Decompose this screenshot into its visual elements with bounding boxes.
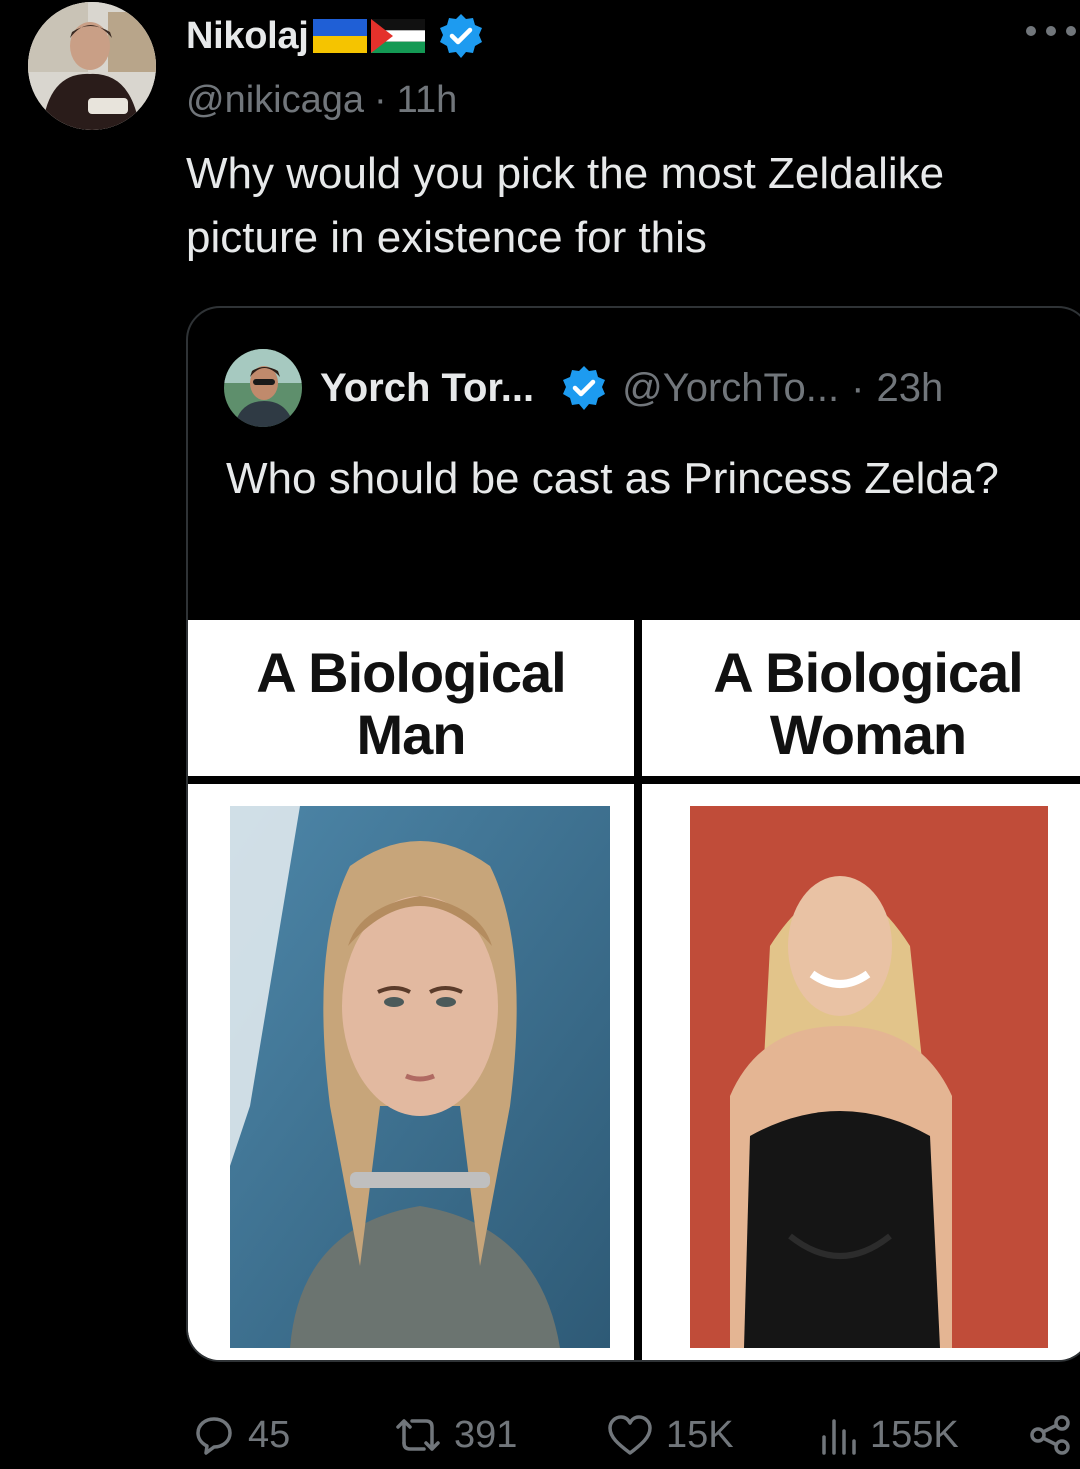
repost-button[interactable]: 391 — [394, 1410, 517, 1460]
tweet-text: Why would you pick the most Zeldalike pi… — [186, 149, 945, 262]
more-options-button[interactable] — [1026, 18, 1076, 44]
views-icon — [822, 1419, 856, 1455]
verified-badge-icon — [439, 14, 482, 58]
quote-author-handle[interactable]: @YorchTo... — [622, 366, 839, 411]
right-panel-label: A Biological Woman — [642, 642, 1080, 766]
action-bar: 45 391 15K 155K — [186, 1400, 1080, 1469]
author-handle[interactable]: @nikicaga — [186, 79, 364, 122]
quote-image[interactable]: A Biological Man A Biological Woman — [188, 620, 1080, 1360]
meta-separator: · — [851, 365, 865, 410]
meta-separator: · — [374, 78, 387, 121]
quote-time[interactable]: 23h — [876, 366, 943, 411]
dot-icon — [1026, 26, 1036, 36]
tweet[interactable]: Nikolaj @nikicaga · 11h Why would you pi… — [0, 0, 1080, 1469]
reply-button[interactable]: 45 — [192, 1410, 290, 1460]
tweet-header: Nikolaj — [186, 6, 485, 66]
quote-meta: @YorchTo... · 23h — [622, 366, 943, 411]
reply-icon — [196, 1417, 232, 1455]
like-count: 15K — [666, 1413, 734, 1456]
share-icon — [1030, 1415, 1070, 1455]
palestine-flag-icon — [370, 19, 425, 53]
left-label-line2: Man — [356, 703, 467, 766]
dot-icon — [1046, 26, 1056, 36]
quote-text: Who should be cast as Princess Zelda? — [226, 454, 999, 503]
tweet-time[interactable]: 11h — [397, 79, 458, 122]
left-panel-label: A Biological Man — [188, 642, 634, 766]
reply-count: 45 — [248, 1413, 291, 1456]
label-divider — [188, 776, 1080, 784]
right-label-line1: A Biological — [713, 641, 1024, 704]
author-display-name[interactable]: Nikolaj — [186, 15, 309, 58]
dot-icon — [1066, 26, 1076, 36]
left-panel: A Biological Man — [188, 620, 634, 1360]
views-button[interactable]: 155K — [818, 1410, 959, 1460]
like-button[interactable]: 15K — [606, 1410, 734, 1460]
ukraine-flag-icon — [312, 19, 367, 53]
right-photo — [690, 806, 1048, 1348]
views-count: 155K — [870, 1413, 959, 1456]
right-panel: A Biological Woman — [642, 620, 1080, 1360]
quoted-tweet-card[interactable]: Yorch Tor... @YorchTo... · 23h Who shoul… — [186, 306, 1080, 1362]
left-photo — [230, 806, 610, 1348]
quote-author-avatar[interactable] — [224, 349, 302, 427]
author-avatar[interactable] — [28, 2, 156, 130]
tweet-meta: @nikicaga · 11h — [186, 76, 457, 124]
panel-divider — [634, 620, 642, 1360]
like-icon — [608, 1415, 652, 1455]
verified-badge-icon — [563, 366, 606, 410]
right-label-line2: Woman — [769, 703, 967, 766]
repost-icon — [396, 1419, 440, 1451]
repost-count: 391 — [454, 1413, 518, 1456]
quote-header: Yorch Tor... @YorchTo... · 23h — [224, 348, 943, 428]
left-label-line1: A Biological — [256, 641, 567, 704]
share-button[interactable] — [1026, 1410, 1074, 1460]
quote-author-display-name[interactable]: Yorch Tor... — [320, 366, 534, 411]
